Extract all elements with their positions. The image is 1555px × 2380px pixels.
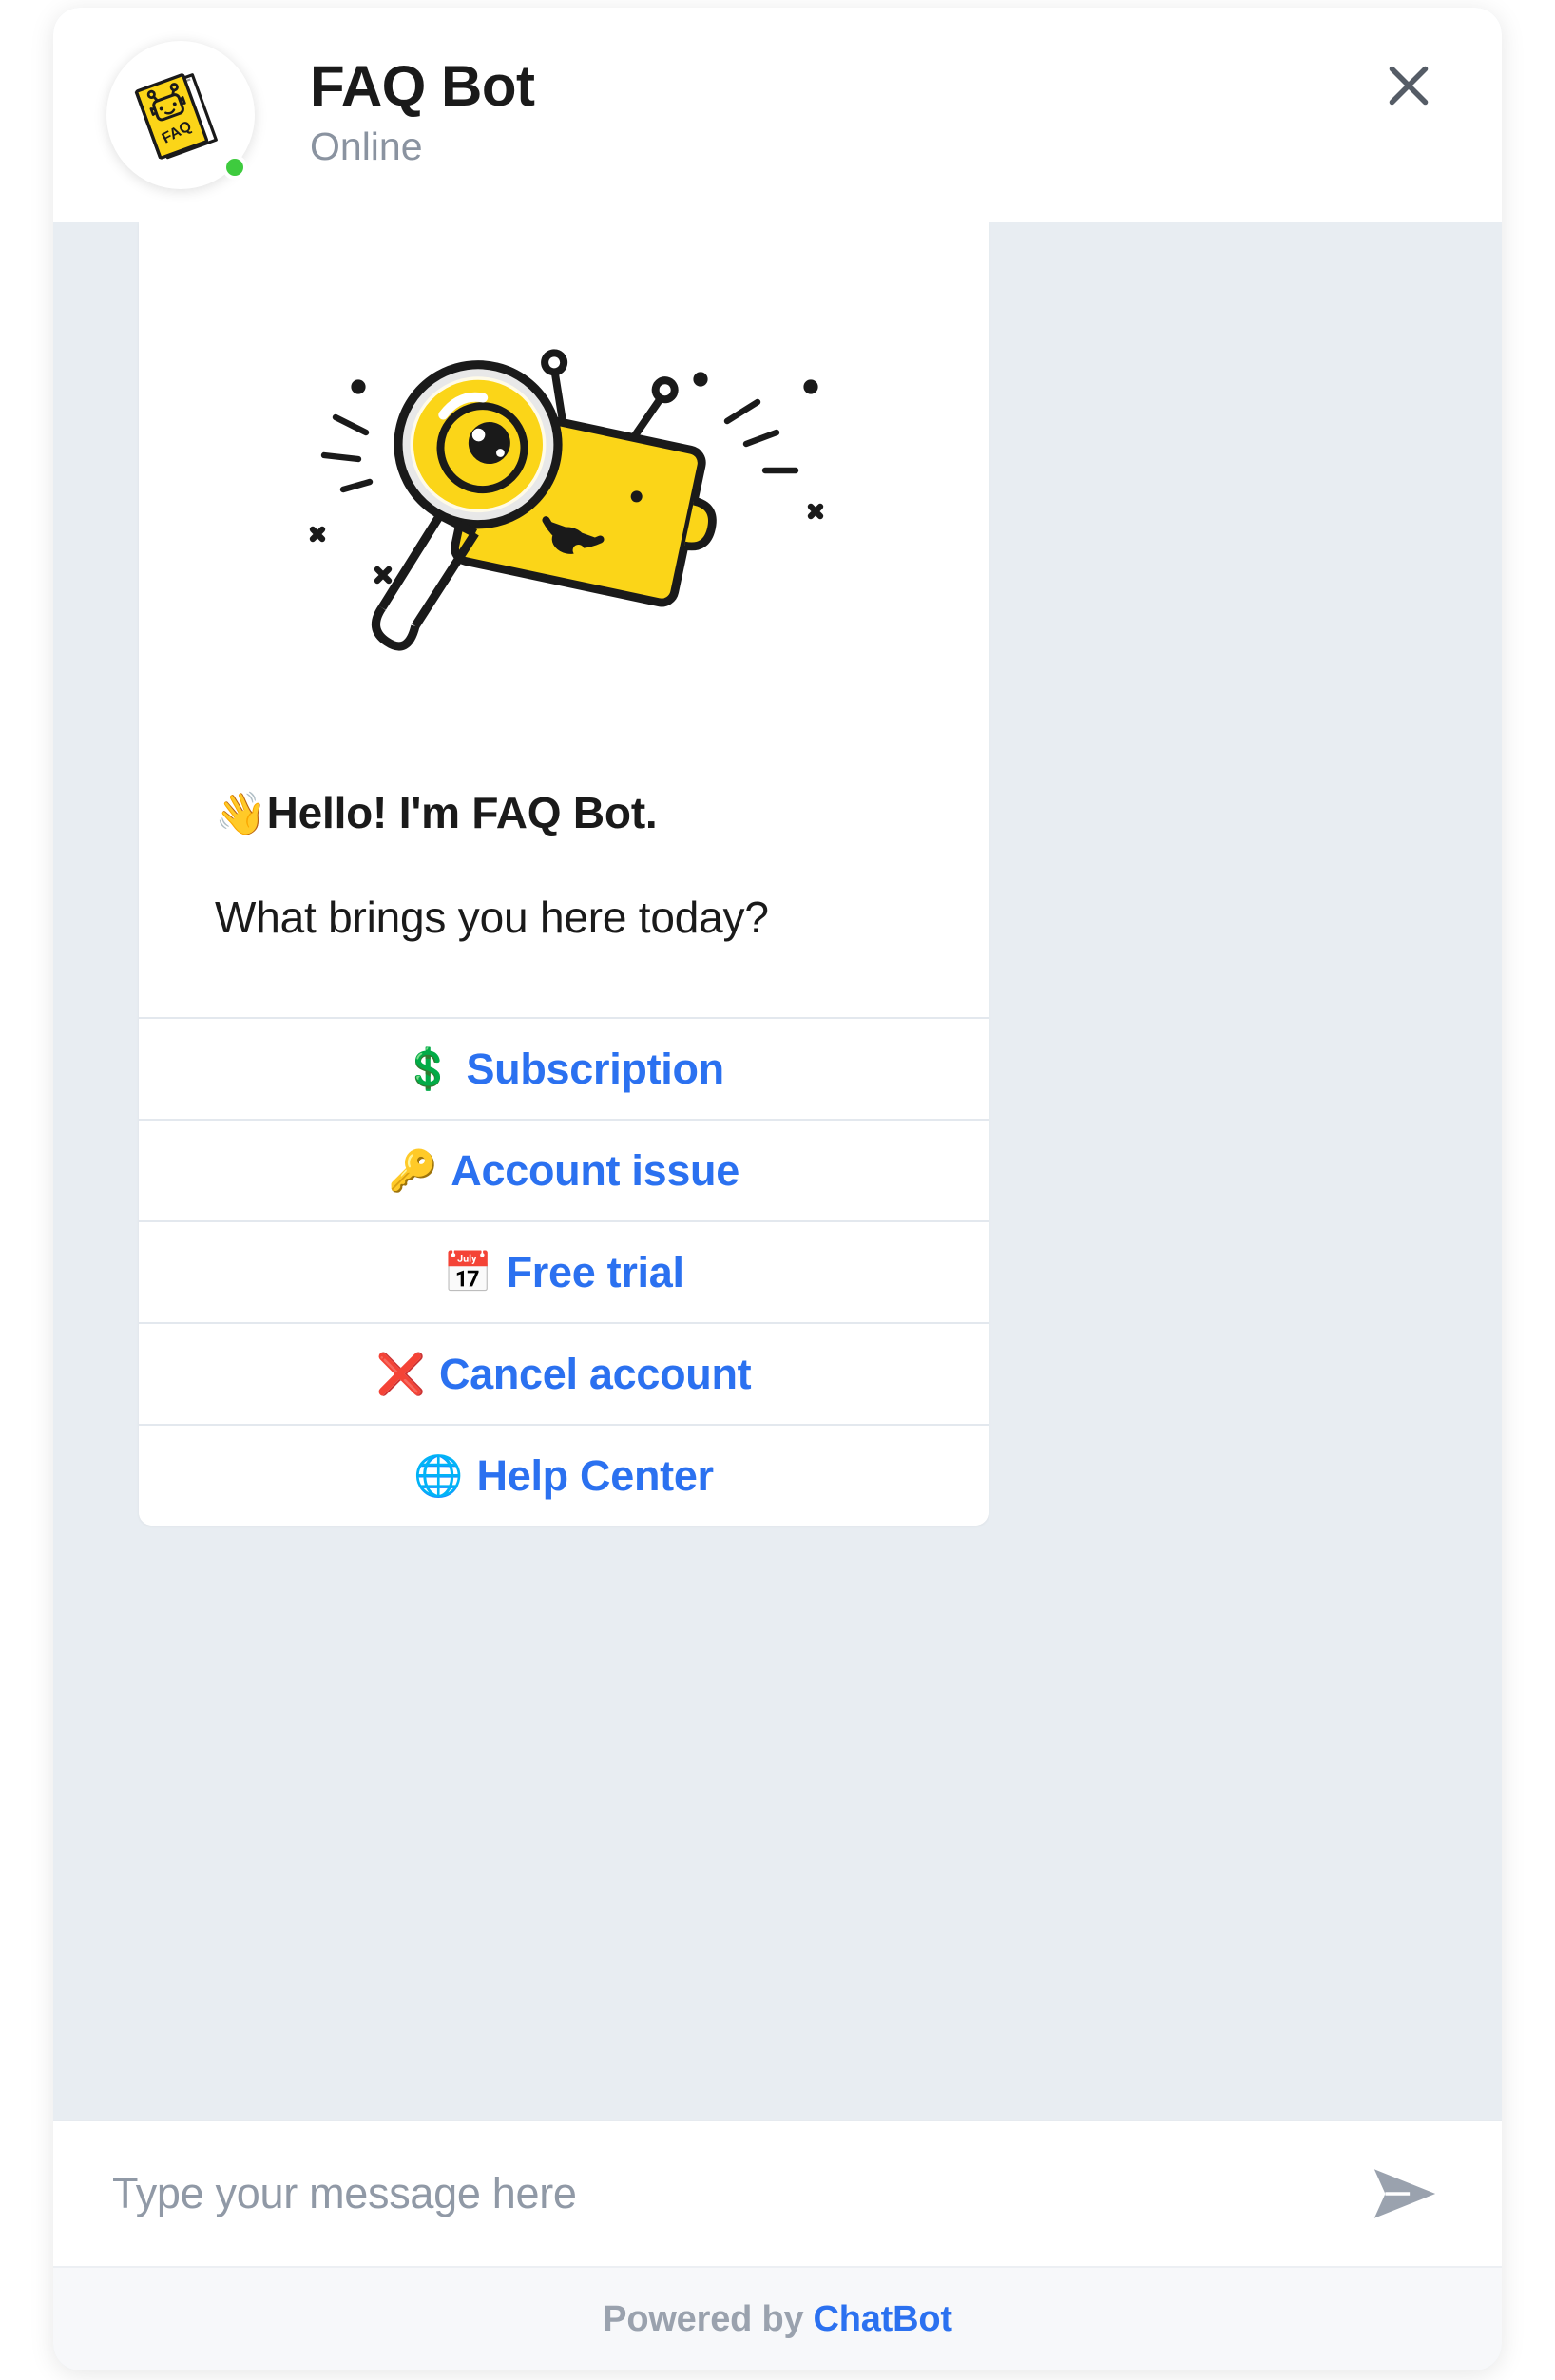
- quick-reply-label: Account issue: [451, 1146, 739, 1196]
- quick-reply-subscription[interactable]: 💲 Subscription: [139, 1017, 989, 1119]
- welcome-message: 👋Hello! I'm FAQ Bot. What brings you her…: [139, 755, 989, 1017]
- message-composer: [53, 2120, 1502, 2266]
- close-icon: [1382, 59, 1435, 112]
- dollar-icon: 💲: [403, 1049, 452, 1089]
- chat-widget: FAQ FAQ Bot Online: [53, 8, 1502, 2370]
- quick-reply-free-trial[interactable]: 📅 Free trial: [139, 1220, 989, 1322]
- powered-by-label: Powered by: [603, 2299, 803, 2340]
- bot-status: Online: [310, 125, 534, 168]
- chat-body: 👋Hello! I'm FAQ Bot. What brings you her…: [53, 222, 1502, 2120]
- key-icon: 🔑: [388, 1151, 437, 1191]
- message-input[interactable]: [112, 2169, 1359, 2218]
- calendar-icon: 📅: [443, 1253, 492, 1293]
- quick-reply-label: Free trial: [507, 1248, 684, 1297]
- send-button[interactable]: [1359, 2148, 1450, 2239]
- avatar: FAQ: [106, 41, 255, 189]
- header-text-group: FAQ Bot Online: [310, 56, 534, 168]
- quick-reply-cancel-account[interactable]: ❌ Cancel account: [139, 1322, 989, 1424]
- quick-reply-label: Help Center: [477, 1451, 714, 1501]
- quick-reply-label: Cancel account: [439, 1350, 751, 1399]
- greeting-text: Hello! I'm FAQ Bot.: [267, 788, 658, 837]
- globe-icon: 🌐: [413, 1456, 463, 1496]
- close-button[interactable]: [1373, 49, 1445, 122]
- magnifying-glass-book-illustration: [139, 222, 989, 755]
- quick-reply-help-center[interactable]: 🌐 Help Center: [139, 1424, 989, 1526]
- quick-reply-label: Subscription: [466, 1045, 723, 1094]
- cross-mark-icon: ❌: [376, 1354, 426, 1394]
- waving-hand-icon: 👋: [215, 791, 267, 837]
- online-status-dot: [222, 155, 247, 180]
- chatbot-brand-link[interactable]: ChatBot: [813, 2299, 951, 2340]
- quick-reply-account-issue[interactable]: 🔑 Account issue: [139, 1119, 989, 1220]
- welcome-card: 👋Hello! I'm FAQ Bot. What brings you her…: [139, 222, 989, 1526]
- greeting-line: 👋Hello! I'm FAQ Bot.: [215, 783, 912, 842]
- greeting-subline: What brings you here today?: [215, 888, 912, 947]
- bot-name: FAQ Bot: [310, 56, 534, 118]
- send-icon: [1371, 2164, 1439, 2223]
- chat-header: FAQ FAQ Bot Online: [53, 8, 1502, 222]
- footer: Powered by ChatBot: [53, 2266, 1502, 2370]
